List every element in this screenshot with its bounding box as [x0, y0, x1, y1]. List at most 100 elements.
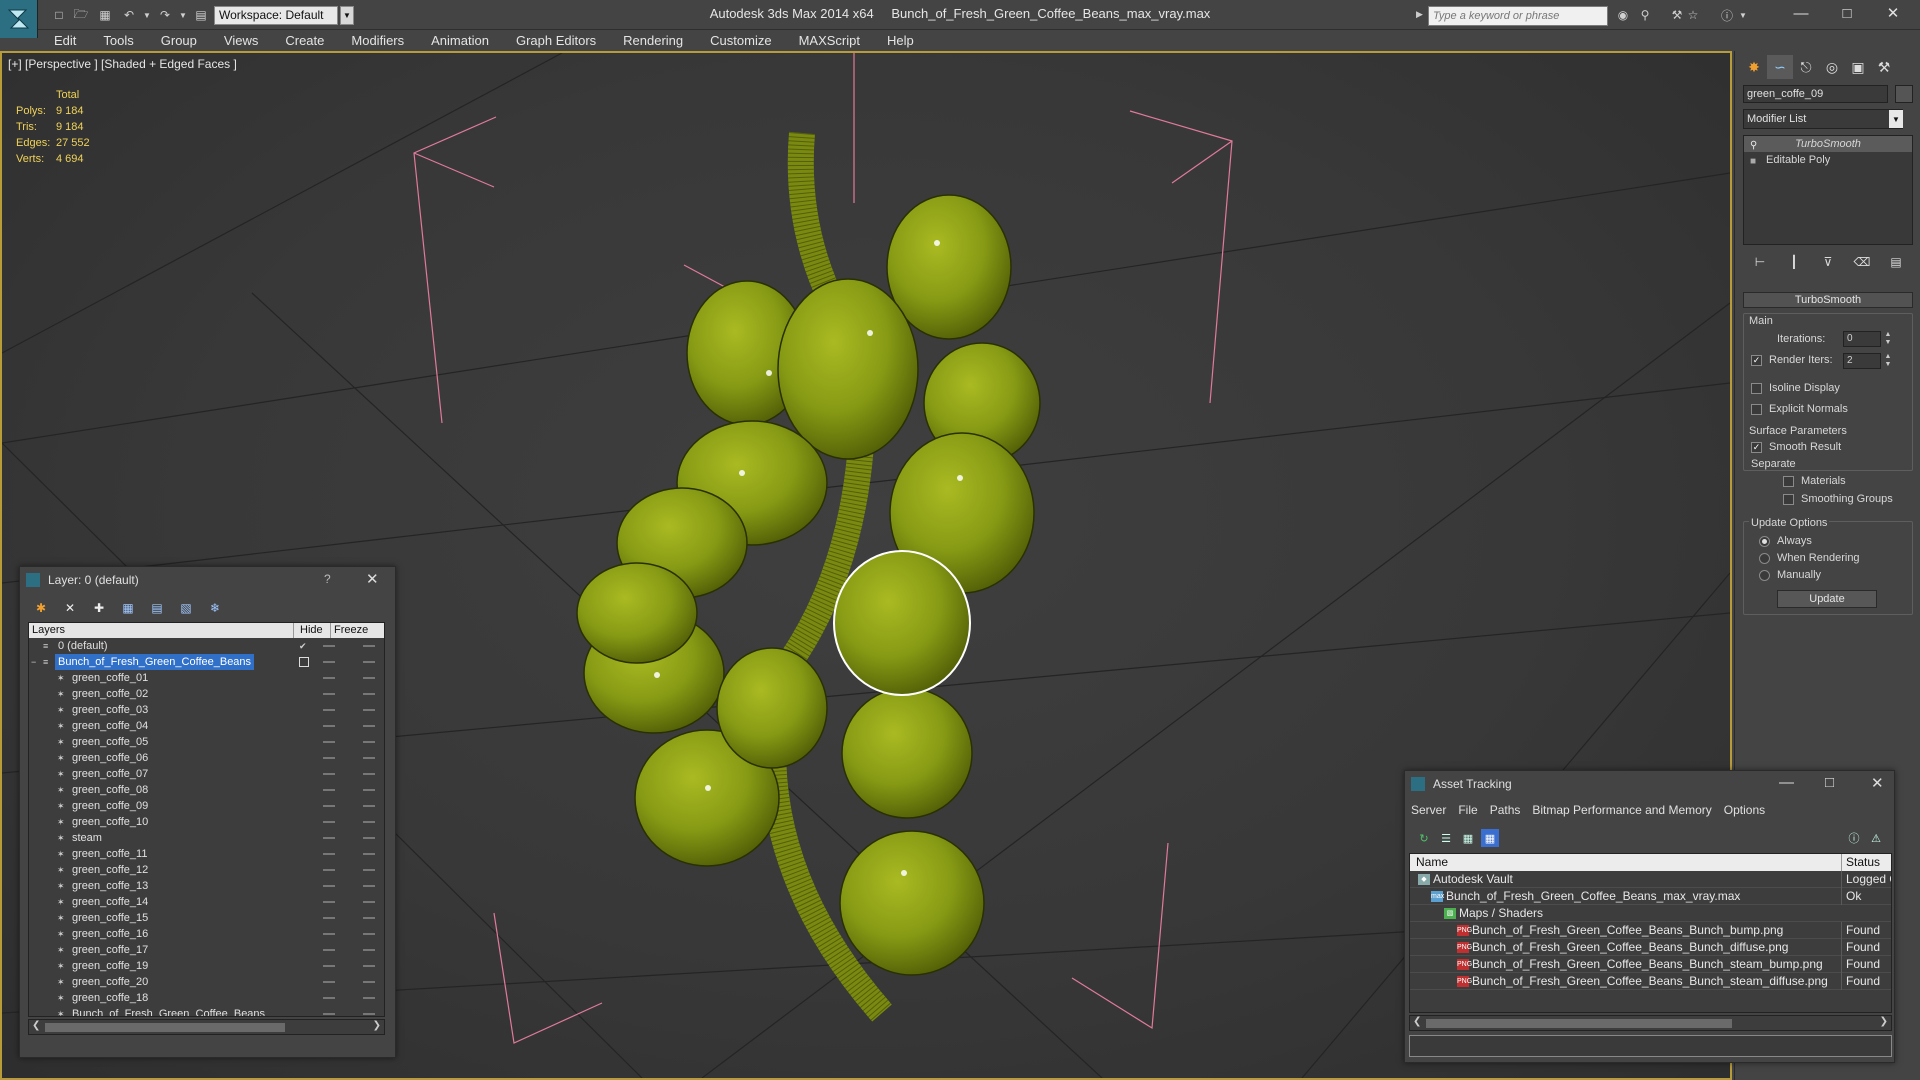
layer-name[interactable]: green_coffe_12 — [69, 862, 151, 878]
col-layers[interactable]: Layers — [29, 623, 294, 638]
hide-toggle[interactable] — [323, 741, 335, 743]
render-iters-checkbox[interactable]: ✓ — [1751, 355, 1762, 366]
freeze-all-icon[interactable]: ❄ — [204, 599, 226, 617]
hide-toggle[interactable] — [323, 677, 335, 679]
asset-row[interactable]: max Bunch_of_Fresh_Green_Coffee_Beans_max… — [1410, 888, 1891, 905]
table-view-icon[interactable]: ▦ — [1481, 829, 1499, 847]
help-icon[interactable]: ? — [324, 572, 331, 586]
layer-row[interactable]: ✶ green_coffe_03 — [29, 702, 384, 718]
layer-row[interactable]: ✶ green_coffe_01 — [29, 670, 384, 686]
layer-row[interactable]: ✶ Bunch_of_Fresh_Green_Coffee_Beans — [29, 1006, 384, 1016]
freeze-toggle[interactable] — [363, 917, 375, 919]
layer-row[interactable]: ✶ green_coffe_05 — [29, 734, 384, 750]
scroll-thumb[interactable] — [1426, 1019, 1732, 1028]
freeze-toggle[interactable] — [363, 645, 375, 647]
layer-row[interactable]: ✶ green_coffe_18 — [29, 990, 384, 1006]
freeze-toggle[interactable] — [363, 901, 375, 903]
create-tab-icon[interactable]: ✸ — [1741, 55, 1767, 79]
layer-name[interactable]: Bunch_of_Fresh_Green_Coffee_Beans — [69, 1006, 268, 1016]
close-icon[interactable]: ✕ — [1870, 0, 1916, 26]
minimize-icon[interactable]: — — [1778, 0, 1824, 26]
delete-layer-icon[interactable]: ✕ — [59, 599, 81, 617]
maximize-icon[interactable]: □ — [1825, 774, 1834, 791]
layer-name[interactable]: green_coffe_14 — [69, 894, 151, 910]
modifier-list-select[interactable]: Modifier List — [1743, 109, 1903, 129]
layer-row[interactable]: ✶ steam — [29, 830, 384, 846]
menu-tools[interactable]: Tools — [103, 33, 133, 48]
scroll-right-icon[interactable]: ❯ — [1880, 1016, 1888, 1027]
layer-row[interactable]: − ≡ Bunch_of_Fresh_Green_Coffee_Beans — [29, 654, 384, 670]
turbosmooth-rollout-header[interactable]: TurboSmooth — [1743, 292, 1913, 308]
display-tab-icon[interactable]: ▣ — [1845, 55, 1871, 79]
freeze-toggle[interactable] — [363, 821, 375, 823]
hide-toggle[interactable] — [323, 661, 335, 663]
hide-toggle[interactable] — [323, 853, 335, 855]
layer-row[interactable]: ✶ green_coffe_20 — [29, 974, 384, 990]
layer-name[interactable]: green_coffe_06 — [69, 750, 151, 766]
menu-create[interactable]: Create — [285, 33, 324, 48]
freeze-toggle[interactable] — [363, 805, 375, 807]
workspace-select[interactable]: Workspace: Default — [214, 6, 338, 25]
asset-dialog-titlebar[interactable]: Asset Tracking — □ ✕ — [1405, 771, 1894, 797]
highlight-layer-icon[interactable]: ▤ — [146, 599, 168, 617]
open-file-icon[interactable]: 🗁 — [72, 6, 90, 24]
freeze-toggle[interactable] — [363, 1013, 375, 1015]
freeze-toggle[interactable] — [363, 773, 375, 775]
freeze-toggle[interactable] — [363, 933, 375, 935]
render-iters-spinner[interactable]: 2 — [1843, 353, 1881, 369]
spinner-arrows-icon[interactable]: ▲ ▼ — [1883, 353, 1893, 369]
layer-row[interactable]: ✶ green_coffe_07 — [29, 766, 384, 782]
layer-row[interactable]: ✶ green_coffe_06 — [29, 750, 384, 766]
hide-toggle[interactable] — [323, 805, 335, 807]
utilities-tab-icon[interactable]: ⚒ — [1871, 55, 1897, 79]
freeze-toggle[interactable] — [363, 677, 375, 679]
collapse-icon[interactable]: − — [31, 657, 41, 667]
expand-icon[interactable]: ■ — [1750, 154, 1756, 170]
search-icon[interactable]: ⚲ — [1636, 6, 1654, 24]
layer-row[interactable]: ✶ green_coffe_04 — [29, 718, 384, 734]
hide-toggle[interactable] — [323, 709, 335, 711]
layer-row[interactable]: ✶ green_coffe_02 — [29, 686, 384, 702]
menu-rendering[interactable]: Rendering — [623, 33, 683, 48]
menu-views[interactable]: Views — [224, 33, 258, 48]
layer-row[interactable]: ✶ green_coffe_08 — [29, 782, 384, 798]
freeze-toggle[interactable] — [363, 725, 375, 727]
close-icon[interactable]: ✕ — [366, 570, 379, 588]
freeze-toggle[interactable] — [363, 853, 375, 855]
menu-animation[interactable]: Animation — [431, 33, 489, 48]
hide-toggle[interactable] — [323, 917, 335, 919]
explicit-normals-checkbox[interactable] — [1751, 404, 1762, 415]
help-icon[interactable]: ⓘ — [1845, 829, 1863, 847]
layer-name[interactable]: green_coffe_19 — [69, 958, 151, 974]
freeze-toggle[interactable] — [363, 741, 375, 743]
layer-name[interactable]: steam — [69, 830, 105, 846]
stack-item-turbosmooth[interactable]: ⚲ TurboSmooth — [1744, 136, 1912, 152]
layer-row[interactable]: ✶ green_coffe_14 — [29, 894, 384, 910]
remove-modifier-icon[interactable]: ⌫ — [1853, 253, 1871, 271]
hide-toggle[interactable] — [323, 901, 335, 903]
layer-row[interactable]: ✶ green_coffe_19 — [29, 958, 384, 974]
asset-row[interactable]: PNG Bunch_of_Fresh_Green_Coffee_Beans_Bun… — [1410, 922, 1891, 939]
layer-row[interactable]: ✶ green_coffe_16 — [29, 926, 384, 942]
scroll-left-icon[interactable]: ❮ — [1413, 1016, 1421, 1027]
current-layer-check-icon[interactable]: ✔ — [299, 641, 309, 651]
asset-menu-file[interactable]: File — [1458, 803, 1477, 817]
project-folder-icon[interactable]: ▤ — [192, 6, 210, 24]
layer-name[interactable]: 0 (default) — [55, 638, 111, 654]
asset-row[interactable]: ◆Autodesk Vault Logged O — [1410, 871, 1891, 888]
object-color-swatch[interactable] — [1895, 85, 1913, 103]
hide-toggle[interactable] — [323, 725, 335, 727]
asset-menu-server[interactable]: Server — [1411, 803, 1446, 817]
hide-toggle[interactable] — [323, 869, 335, 871]
asset-row[interactable]: PNG Bunch_of_Fresh_Green_Coffee_Beans_Bun… — [1410, 956, 1891, 973]
layer-name[interactable]: green_coffe_20 — [69, 974, 151, 990]
scroll-left-icon[interactable]: ❮ — [32, 1020, 40, 1031]
layer-row[interactable]: ✶ green_coffe_15 — [29, 910, 384, 926]
freeze-toggle[interactable] — [363, 709, 375, 711]
freeze-toggle[interactable] — [363, 981, 375, 983]
freeze-toggle[interactable] — [363, 869, 375, 871]
layer-name[interactable]: green_coffe_13 — [69, 878, 151, 894]
hide-toggle[interactable] — [323, 933, 335, 935]
favorites-icon[interactable]: ☆ — [1684, 6, 1702, 24]
current-layer-box-icon[interactable] — [299, 657, 309, 667]
